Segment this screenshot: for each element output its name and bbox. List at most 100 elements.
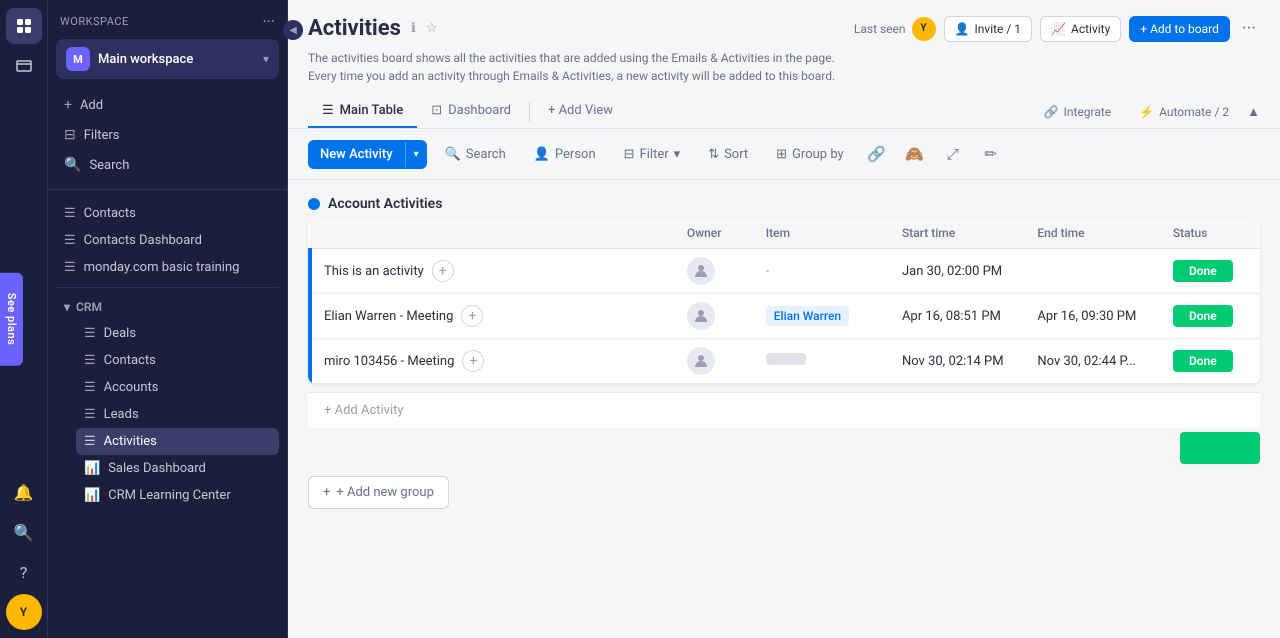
add-sub-item-button[interactable]: + xyxy=(432,260,454,282)
person-button[interactable]: 👤 Person xyxy=(524,141,606,168)
sidebar-item-leads[interactable]: ☰ Leads xyxy=(76,401,279,428)
edit-icon-button[interactable]: ✏ xyxy=(976,139,1006,169)
crm-section-header[interactable]: ▾ CRM xyxy=(56,294,279,320)
search-button[interactable]: 🔍 Search xyxy=(56,151,279,179)
group-by-button[interactable]: ⊞ Group by xyxy=(766,141,854,168)
add-new-group-button[interactable]: + + Add new group xyxy=(308,476,449,509)
activity-name-cell: miro 103456 - Meeting + xyxy=(310,339,675,384)
table-row: miro 103456 - Meeting + xyxy=(310,339,1260,384)
automate-label: Automate / 2 xyxy=(1159,105,1229,119)
status-badge: Done xyxy=(1173,260,1233,282)
add-button[interactable]: + Add xyxy=(56,91,279,119)
link-icon-button[interactable]: 🔗 xyxy=(862,139,892,169)
filters-label: Filters xyxy=(84,128,120,143)
sidebar-collapse-button[interactable]: ◀ xyxy=(283,20,303,40)
help-icon[interactable]: ? xyxy=(6,554,42,590)
notifications-icon[interactable]: 🔔 xyxy=(6,474,42,510)
add-view-tab[interactable]: + Add View xyxy=(534,95,627,128)
topbar: Activities ℹ ☆ Last seen Y 👤 Invite / 1 … xyxy=(288,0,1280,129)
board-icon: ☰ xyxy=(64,260,76,275)
item-cell xyxy=(754,339,890,384)
owner-cell xyxy=(675,294,754,339)
end-time-cell: Apr 16, 09:30 PM xyxy=(1025,294,1160,339)
hide-icon-button[interactable]: 🙈 xyxy=(900,139,930,169)
expand-icon-button[interactable]: ⤢ xyxy=(938,139,968,169)
info-icon[interactable]: ℹ xyxy=(411,21,416,36)
sidebar-item-accounts[interactable]: ☰ Accounts xyxy=(76,374,279,401)
col-header-status[interactable]: Status xyxy=(1161,218,1260,249)
item-tag: Elian Warren xyxy=(766,306,849,326)
owner-avatar[interactable] xyxy=(687,257,715,285)
owner-avatar[interactable] xyxy=(687,347,715,375)
filter-button[interactable]: ⊟ Filter ▾ xyxy=(614,141,691,168)
sidebar-item-label: Sales Dashboard xyxy=(108,461,206,476)
status-cell: Done xyxy=(1161,249,1260,294)
search-toolbar-button[interactable]: 🔍 Search xyxy=(435,141,516,168)
col-header-owner[interactable]: Owner xyxy=(675,218,754,249)
owner-cell xyxy=(675,339,754,384)
sidebar-dots-button[interactable]: ··· xyxy=(262,12,275,31)
col-header-end[interactable]: End time xyxy=(1025,218,1160,249)
col-header-start[interactable]: Start time xyxy=(890,218,1025,249)
end-time-cell xyxy=(1025,249,1160,294)
dashboard-icon: ⊡ xyxy=(431,103,442,118)
sidebar-item-label: CRM Learning Center xyxy=(108,488,231,503)
workspace-chevron-icon: ▾ xyxy=(263,52,269,66)
topbar-more-button[interactable]: ··· xyxy=(1238,14,1260,43)
sidebar-item-deals[interactable]: ☰ Deals xyxy=(76,320,279,347)
sidebar-item-activities[interactable]: ☰ Activities xyxy=(76,428,279,455)
sidebar-item-monday-training[interactable]: ☰ monday.com basic training xyxy=(56,254,279,281)
activity-name-cell: This is an activity + xyxy=(310,249,675,294)
sidebar-item-contacts-top[interactable]: ☰ Contacts xyxy=(56,200,279,227)
workspace-avatar: M xyxy=(66,47,90,71)
topbar-title-left: Activities ℹ ☆ xyxy=(308,16,438,41)
collapse-topbar-button[interactable]: ▲ xyxy=(1247,104,1260,120)
new-activity-button[interactable]: New Activity ▾ xyxy=(308,140,427,169)
activity-button[interactable]: 📈 Activity xyxy=(1040,16,1121,42)
star-icon[interactable]: ☆ xyxy=(426,21,438,36)
invite-button[interactable]: 👤 Invite / 1 xyxy=(944,16,1033,42)
workspace-selector[interactable]: M Main workspace ▾ xyxy=(56,39,279,79)
filters-icon: ⊟ xyxy=(64,127,76,143)
automate-button[interactable]: ⚡ Automate / 2 xyxy=(1129,100,1239,124)
tab-main-table[interactable]: ☰ Main Table xyxy=(308,95,417,128)
add-activity-row[interactable]: + Add Activity xyxy=(308,392,1260,428)
invite-label: Invite / 1 xyxy=(974,22,1021,36)
person-label: Person xyxy=(555,147,596,162)
status-cell: Done xyxy=(1161,294,1260,339)
sort-button[interactable]: ⇅ Sort xyxy=(698,141,758,168)
sidebar-item-contacts-dashboard[interactable]: ☰ Contacts Dashboard xyxy=(56,227,279,254)
filters-button[interactable]: ⊟ Filters xyxy=(56,121,279,149)
plus-icon: + xyxy=(64,97,72,113)
search-rail-icon[interactable]: 🔍 xyxy=(6,514,42,550)
add-sub-item-button[interactable]: + xyxy=(461,305,483,327)
activity-name[interactable]: This is an activity xyxy=(324,264,424,279)
tab-dashboard[interactable]: ⊡ Dashboard xyxy=(417,95,525,128)
integrate-label: Integrate xyxy=(1064,105,1112,119)
add-to-board-button[interactable]: + Add to board xyxy=(1129,16,1230,42)
crm-section-label: CRM xyxy=(76,300,102,314)
sidebar-item-contacts[interactable]: ☰ Contacts xyxy=(76,347,279,374)
inbox-icon[interactable] xyxy=(6,48,42,84)
new-activity-dropdown-icon[interactable]: ▾ xyxy=(405,142,427,167)
col-header-item[interactable]: Item xyxy=(754,218,890,249)
search-icon: 🔍 xyxy=(445,147,461,162)
sidebar-item-sales-dashboard[interactable]: 📊 Sales Dashboard xyxy=(76,455,279,482)
add-sub-item-button[interactable]: + xyxy=(462,350,484,372)
integrate-button[interactable]: 🔗 Integrate xyxy=(1034,100,1122,124)
sidebar-item-label: Deals xyxy=(104,326,136,341)
page-description: The activities board shows all the activ… xyxy=(308,49,1260,85)
see-plans-tab[interactable]: See plans xyxy=(0,273,23,366)
group-color-indicator xyxy=(308,198,320,210)
sidebar-header: Workspace ··· xyxy=(48,0,287,39)
user-avatar-rail[interactable]: Y xyxy=(6,594,42,630)
sidebar-item-label: Accounts xyxy=(104,380,159,395)
apps-icon[interactable] xyxy=(6,8,42,44)
activity-name[interactable]: Elian Warren - Meeting xyxy=(324,309,453,324)
activity-name[interactable]: miro 103456 - Meeting xyxy=(324,354,454,369)
sidebar-item-crm-learning[interactable]: 📊 CRM Learning Center xyxy=(76,482,279,509)
activities-table: Owner Item Start time End time Status Th… xyxy=(308,218,1260,384)
owner-avatar[interactable] xyxy=(687,302,715,330)
filter-chevron-icon: ▾ xyxy=(674,147,681,162)
item-cell: Elian Warren xyxy=(754,294,890,339)
